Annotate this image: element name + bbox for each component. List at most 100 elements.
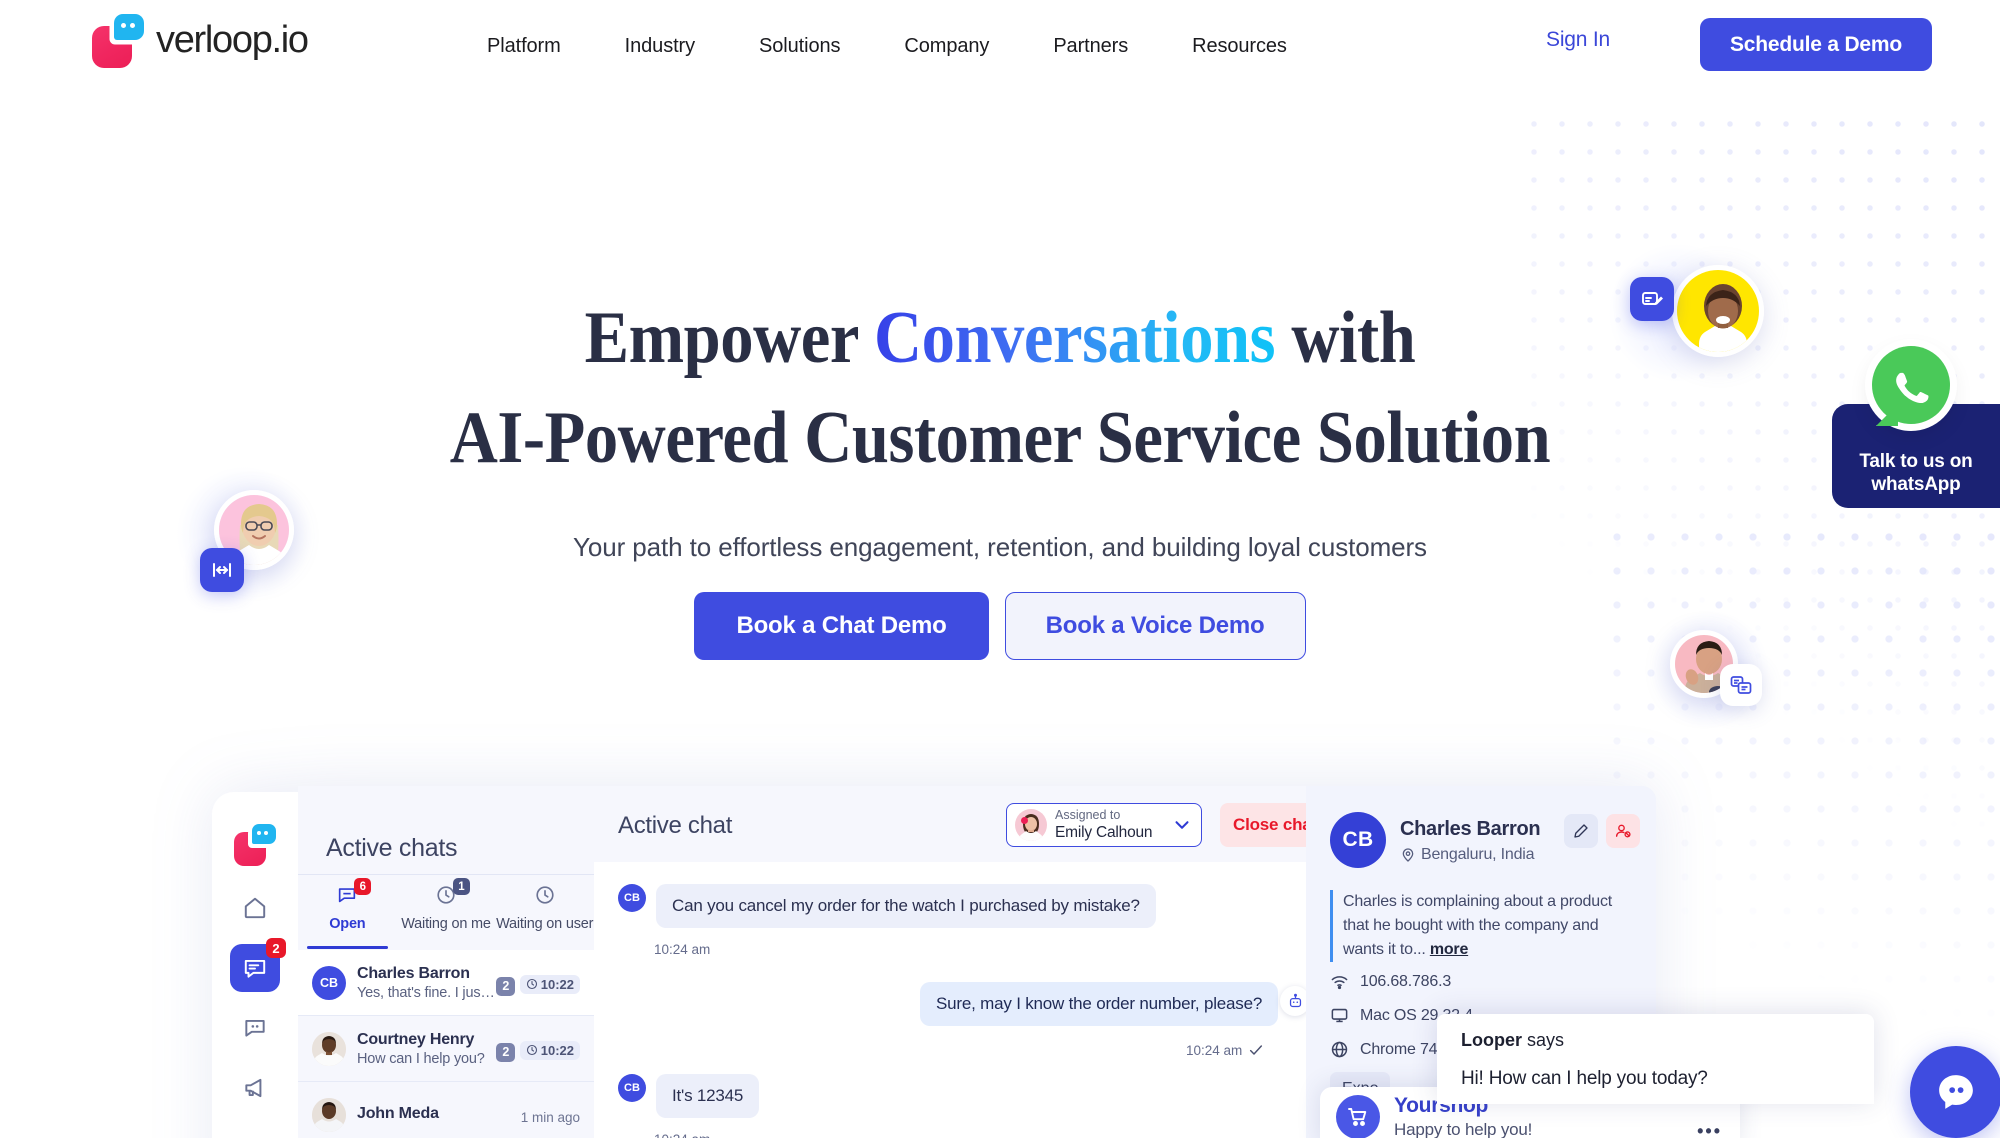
status-dot bbox=[1021, 817, 1028, 824]
list-item-name: John Meda bbox=[357, 1104, 439, 1122]
tab-badge-waiting-on-me: 1 bbox=[453, 878, 470, 895]
looper-name: Looper bbox=[1461, 1030, 1522, 1050]
edit-card-icon bbox=[1630, 277, 1674, 321]
schedule-demo-button[interactable]: Schedule a Demo bbox=[1699, 18, 1932, 71]
more-dots-icon[interactable]: ••• bbox=[1697, 1121, 1722, 1138]
chat-bubble-icon bbox=[1939, 1075, 1973, 1109]
message-incoming-2: CB It's 12345 bbox=[618, 1074, 760, 1118]
message-outgoing-1: Sure, may I know the order number, pleas… bbox=[920, 982, 1279, 1026]
book-chat-demo-button[interactable]: Book a Chat Demo bbox=[694, 592, 989, 660]
avatar bbox=[312, 1097, 346, 1132]
rail-item-broadcast[interactable] bbox=[230, 1064, 280, 1112]
nav-item-platform[interactable]: Platform bbox=[455, 35, 593, 58]
assigned-to-dropdown[interactable]: Assigned to Emily Calhoun bbox=[1006, 803, 1202, 847]
looper-message-text: Hi! How can I help you today? bbox=[1461, 1068, 1708, 1089]
nav-item-resources[interactable]: Resources bbox=[1160, 35, 1319, 58]
tab-waiting-on-me[interactable]: 1 Waiting on me bbox=[397, 878, 496, 944]
list-item-time-value: 10:22 bbox=[540, 1042, 574, 1058]
profile-note-more-link[interactable]: more bbox=[1430, 941, 1469, 958]
table-row[interactable]: CB Charles Barron Yes, that's fine. I ju… bbox=[298, 950, 594, 1016]
rail-item-messages[interactable] bbox=[230, 1004, 280, 1052]
whatsapp-icon bbox=[1872, 346, 1950, 424]
chat-launcher-button[interactable] bbox=[1910, 1046, 2000, 1138]
message-incoming-1: CB Can you cancel my order for the watch… bbox=[618, 884, 1156, 928]
wifi-icon bbox=[1331, 976, 1348, 990]
block-user-button[interactable] bbox=[1606, 814, 1640, 848]
tab-waiting-on-user[interactable]: Waiting on user bbox=[495, 884, 594, 944]
sign-in-link[interactable]: Sign In bbox=[1546, 28, 1610, 52]
heading-part-1: Empower bbox=[584, 297, 874, 379]
rail-item-more[interactable] bbox=[230, 1124, 280, 1138]
whatsapp-cta-widget[interactable]: Talk to us on whatsApp bbox=[1832, 346, 2000, 508]
list-item-time-value: 1 min ago bbox=[520, 1109, 580, 1125]
clock-icon-small bbox=[526, 978, 537, 990]
edit-profile-button[interactable] bbox=[1564, 814, 1598, 848]
logo-text: verloop.io bbox=[156, 18, 309, 61]
list-item-time: 10:22 bbox=[519, 1040, 580, 1060]
shopping-cart-icon bbox=[1336, 1095, 1380, 1138]
message-timestamp: 10:24 am bbox=[1186, 1042, 1264, 1058]
list-item-name: Courtney Henry bbox=[357, 1030, 475, 1048]
unread-count-badge: 2 bbox=[496, 1042, 516, 1062]
avatar: CB bbox=[312, 965, 346, 1000]
message-timestamp: 10:24 am bbox=[654, 1132, 710, 1138]
message-bubble: Can you cancel my order for the watch I … bbox=[656, 884, 1156, 928]
tab-badge-open: 6 bbox=[354, 878, 372, 895]
table-row[interactable]: Courtney Henry How can I help you? 2 10:… bbox=[298, 1016, 594, 1082]
looper-message-popup: Looper says Hi! How can I help you today… bbox=[1437, 1014, 1874, 1104]
profile-location-value: Bengaluru, India bbox=[1421, 846, 1535, 863]
avatar bbox=[1015, 809, 1047, 841]
chevron-down-icon bbox=[1175, 821, 1189, 829]
list-item-time-value: 10:22 bbox=[540, 976, 574, 992]
avatar: CB bbox=[618, 884, 646, 912]
resize-width-icon bbox=[200, 548, 244, 592]
profile-meta-ip: 106.68.786.3 bbox=[1330, 972, 1451, 991]
app-logo-icon bbox=[234, 824, 276, 866]
nav-item-solutions[interactable]: Solutions bbox=[727, 35, 872, 58]
message-list: CB Can you cancel my order for the watch… bbox=[594, 862, 1310, 1138]
pencil-icon bbox=[1574, 824, 1588, 838]
tab-open[interactable]: 6 Open bbox=[298, 878, 397, 949]
message-bubble: It's 12345 bbox=[656, 1074, 760, 1118]
block-user-icon bbox=[1615, 824, 1631, 838]
clock-icon-2 bbox=[534, 884, 556, 911]
yourshop-subtitle: Happy to help you! bbox=[1394, 1120, 1533, 1138]
nav-item-company[interactable]: Company bbox=[872, 35, 1021, 58]
assigned-to-label: Assigned to bbox=[1055, 807, 1121, 822]
tab-active-indicator bbox=[307, 946, 388, 949]
avatar: CB bbox=[618, 1074, 646, 1102]
nav-item-industry[interactable]: Industry bbox=[593, 35, 727, 58]
active-chats-panel: Active chats 6 Open 1 Waiting on me Wait… bbox=[298, 786, 594, 1138]
profile-note: Charles is complaining about a product t… bbox=[1330, 890, 1632, 962]
message-bubble: Sure, may I know the order number, pleas… bbox=[920, 982, 1279, 1026]
whatsapp-line-2: whatsApp bbox=[1871, 474, 1961, 495]
nav-item-partners[interactable]: Partners bbox=[1021, 35, 1160, 58]
rail-item-home[interactable] bbox=[230, 884, 280, 932]
globe-icon bbox=[1331, 1041, 1348, 1058]
rail-badge-chats: 2 bbox=[266, 938, 286, 958]
unread-count-badge: 2 bbox=[496, 976, 516, 996]
list-item-time: 10:22 bbox=[519, 974, 580, 994]
book-voice-demo-button[interactable]: Book a Voice Demo bbox=[1004, 592, 1306, 660]
active-chat-panel: Active chat Assigned to Emily Calhoun Cl… bbox=[594, 786, 1374, 1138]
profile-location: Bengaluru, India bbox=[1400, 846, 1535, 864]
message-timestamp-value: 10:24 am bbox=[1186, 1042, 1243, 1058]
chat-filter-tabs: 6 Open 1 Waiting on me Waiting on user bbox=[298, 878, 594, 949]
site-header: verloop.io Platform Industry Solutions C… bbox=[0, 0, 2000, 92]
avatar bbox=[312, 1031, 346, 1066]
rail-item-chats[interactable]: 2 bbox=[230, 938, 286, 992]
heading-accent: Conversations bbox=[873, 297, 1276, 379]
looper-header: Looper says bbox=[1461, 1030, 1850, 1051]
whatsapp-label: Talk to us on whatsApp bbox=[1859, 450, 1972, 496]
active-chat-header: Active chat Assigned to Emily Calhoun Cl… bbox=[594, 786, 1374, 862]
whatsapp-line-1: Talk to us on bbox=[1859, 451, 1973, 472]
clock-icon-small bbox=[526, 1044, 537, 1056]
app-sidebar-rail: 2 bbox=[212, 792, 298, 1138]
list-item-preview: Yes, that's fine. I just need... bbox=[357, 984, 496, 1001]
logo[interactable]: verloop.io bbox=[92, 14, 309, 68]
list-item-name: Charles Barron bbox=[357, 964, 470, 982]
table-row[interactable]: John Meda 1 min ago bbox=[298, 1082, 594, 1138]
verloop-logo-icon bbox=[92, 14, 144, 68]
avatar: CB bbox=[1330, 812, 1386, 868]
main-navigation: Platform Industry Solutions Company Part… bbox=[455, 0, 1319, 92]
